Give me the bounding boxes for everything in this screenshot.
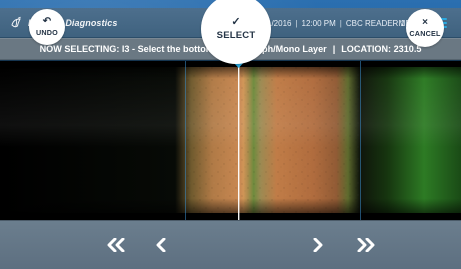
separator: | (332, 44, 336, 54)
undo-icon: ↶ (42, 16, 52, 27)
device-screen: Drucker Diagnostics 07/01/2016 | 12:00 P… (0, 0, 461, 269)
tube-highlight (0, 67, 461, 213)
cancel-button[interactable]: × CANCEL (406, 9, 444, 47)
undo-label: UNDO (36, 28, 58, 37)
selection-line[interactable] (238, 61, 240, 220)
device-name: CBC READER 1 (345, 18, 405, 28)
bottom-controls (0, 220, 461, 269)
separator: | (339, 18, 342, 28)
tube-viewport[interactable] (0, 60, 461, 220)
chevron-right-icon (313, 238, 323, 252)
forward-button[interactable] (312, 235, 324, 255)
select-label: SELECT (216, 30, 256, 41)
double-chevron-right-icon (357, 238, 375, 252)
x-icon: × (422, 17, 428, 28)
check-icon: ✓ (231, 16, 241, 28)
status-area: 07/01/2016 | 12:00 PM | CBC READER 1 (251, 17, 405, 29)
drucker-logo-icon (10, 16, 24, 30)
chevron-left-icon (156, 238, 166, 252)
left-guide-line (185, 61, 186, 220)
tube-image[interactable] (0, 61, 461, 220)
location-text: LOCATION: 2310.5 (341, 44, 422, 54)
right-guide-line (360, 61, 361, 220)
double-chevron-left-icon (107, 238, 125, 252)
fast-forward-button[interactable] (355, 235, 377, 255)
back-button[interactable] (155, 235, 167, 255)
time-text: 12:00 PM (301, 18, 336, 28)
fast-back-button[interactable] (105, 235, 127, 255)
cancel-label: CANCEL (409, 29, 441, 38)
separator: | (295, 18, 298, 28)
undo-button[interactable]: ↶ UNDO (29, 9, 65, 45)
instruction-text: NOW SELECTING: I3 - Select the bottom of… (39, 44, 327, 54)
